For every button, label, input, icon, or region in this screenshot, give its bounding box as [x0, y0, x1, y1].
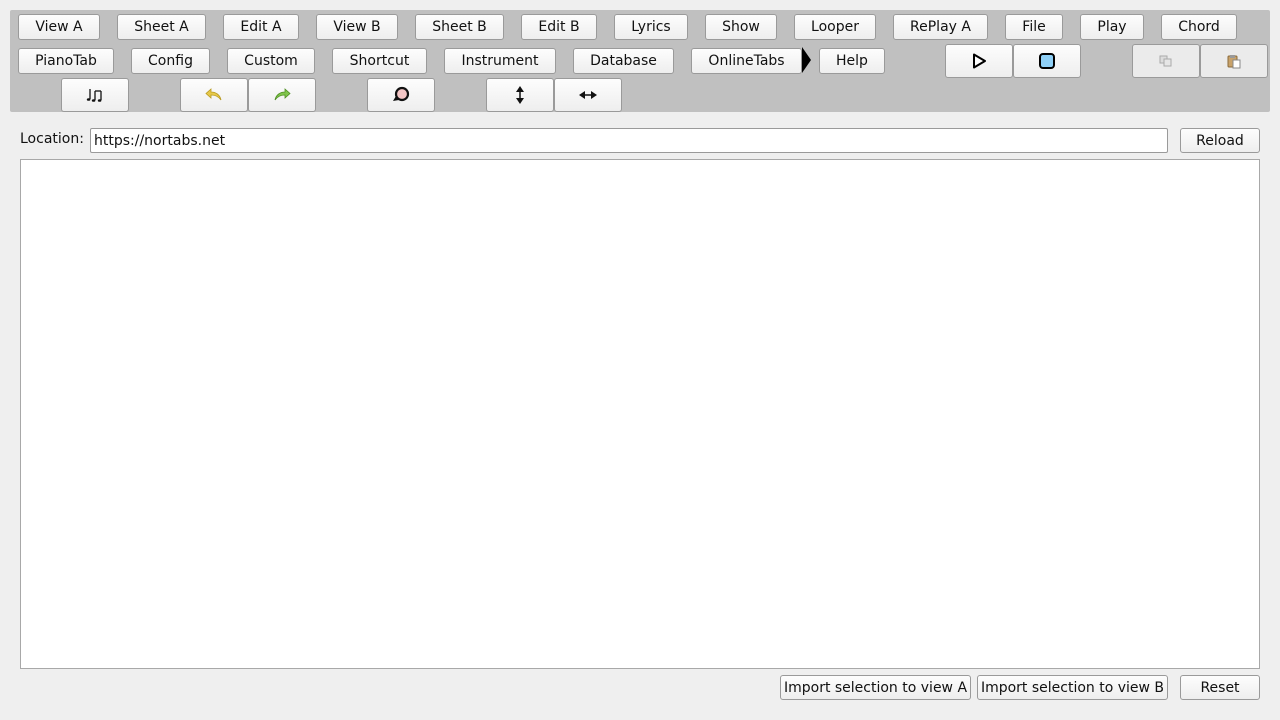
view-b-button[interactable]: View B	[316, 14, 398, 40]
horizontal-resize-button[interactable]	[554, 78, 622, 112]
instrument-button[interactable]: Instrument	[444, 48, 556, 74]
play-menu-button[interactable]: Play	[1080, 14, 1144, 40]
copy-icon	[1158, 53, 1174, 69]
main-toolbar: View A Sheet A Edit A View B Sheet B Edi…	[10, 10, 1270, 112]
reload-button[interactable]: Reload	[1180, 128, 1260, 153]
notes-button[interactable]	[61, 78, 129, 112]
redo-icon	[273, 88, 291, 102]
custom-button[interactable]: Custom	[227, 48, 315, 74]
lyrics-button[interactable]: Lyrics	[614, 14, 688, 40]
undo-button[interactable]	[180, 78, 248, 112]
copy-button[interactable]	[1132, 44, 1200, 78]
import-to-view-a-button[interactable]: Import selection to view A	[780, 675, 971, 700]
play-button[interactable]	[945, 44, 1013, 78]
redo-button[interactable]	[248, 78, 316, 112]
web-view[interactable]	[20, 159, 1260, 669]
reset-button[interactable]: Reset	[1180, 675, 1260, 700]
sheet-b-button[interactable]: Sheet B	[415, 14, 504, 40]
play-icon	[971, 53, 987, 69]
replay-a-button[interactable]: RePlay A	[893, 14, 988, 40]
file-button[interactable]: File	[1005, 14, 1063, 40]
import-to-view-b-button[interactable]: Import selection to view B	[977, 675, 1168, 700]
pianotab-button[interactable]: PianoTab	[18, 48, 114, 74]
vertical-resize-icon	[514, 86, 526, 104]
config-button[interactable]: Config	[131, 48, 210, 74]
vertical-resize-button[interactable]	[486, 78, 554, 112]
horizontal-resize-icon	[579, 89, 597, 101]
refresh-button[interactable]	[367, 78, 435, 112]
sheet-a-button[interactable]: Sheet A	[117, 14, 206, 40]
overflow-arrow-icon[interactable]	[802, 47, 811, 73]
database-button[interactable]: Database	[573, 48, 674, 74]
show-button[interactable]: Show	[705, 14, 777, 40]
help-button[interactable]: Help	[819, 48, 885, 74]
edit-a-button[interactable]: Edit A	[223, 14, 299, 40]
location-label: Location:	[20, 131, 84, 147]
undo-icon	[205, 88, 223, 102]
paste-icon	[1226, 53, 1242, 69]
view-a-button[interactable]: View A	[18, 14, 100, 40]
chord-button[interactable]: Chord	[1161, 14, 1237, 40]
refresh-icon	[391, 85, 411, 105]
music-notes-icon	[86, 87, 104, 103]
stop-button[interactable]	[1013, 44, 1081, 78]
looper-button[interactable]: Looper	[794, 14, 876, 40]
onlinetabs-button[interactable]: OnlineTabs	[691, 48, 802, 74]
shortcut-button[interactable]: Shortcut	[332, 48, 427, 74]
location-input[interactable]	[90, 128, 1168, 153]
edit-b-button[interactable]: Edit B	[521, 14, 597, 40]
paste-button[interactable]	[1200, 44, 1268, 78]
stop-icon	[1038, 52, 1056, 70]
